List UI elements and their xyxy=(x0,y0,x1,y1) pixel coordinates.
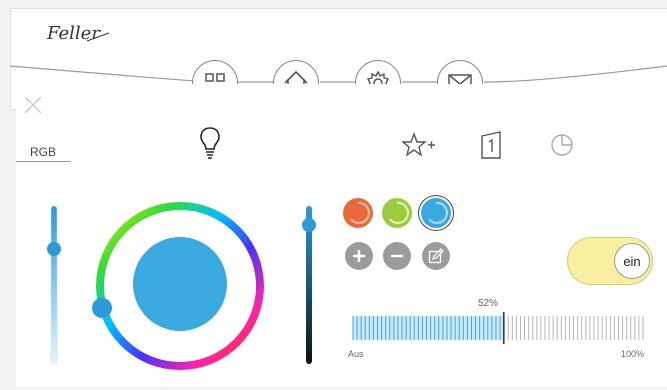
add-preset-button[interactable] xyxy=(345,242,373,270)
brightness-slider-right[interactable] xyxy=(301,202,317,368)
door-1-icon[interactable] xyxy=(480,130,502,160)
selected-color-preview xyxy=(133,237,227,331)
plus-icon xyxy=(353,250,365,262)
color-wheel[interactable] xyxy=(92,198,268,374)
color-wheel-handle[interactable] xyxy=(92,298,112,318)
edit-icon xyxy=(428,248,444,264)
preset-ring-icon xyxy=(428,201,449,224)
toggle-label: ein xyxy=(623,253,641,269)
toggle-knob: ein xyxy=(614,243,650,279)
rgb-control-panel: RGB ein 52% Aus 100% xyxy=(16,84,667,387)
minus-icon xyxy=(391,254,403,258)
preset-ring-icon xyxy=(350,201,371,224)
slider-left-knob[interactable] xyxy=(47,242,61,256)
dimmer-fill xyxy=(353,316,504,340)
preset-color-blue-selected[interactable] xyxy=(421,198,451,228)
preset-color-green[interactable] xyxy=(382,198,412,228)
dimmer-max-label: 100% xyxy=(621,349,645,359)
dimmer-bar[interactable] xyxy=(352,312,644,344)
edit-preset-button[interactable] xyxy=(422,242,450,270)
preset-color-orange[interactable] xyxy=(343,198,373,228)
tab-rgb[interactable]: RGB xyxy=(16,142,70,162)
clock-pie-icon[interactable] xyxy=(549,132,575,158)
slider-right-knob[interactable] xyxy=(302,218,316,232)
power-toggle[interactable]: ein xyxy=(567,237,653,285)
dimmer-min-label: Aus xyxy=(348,349,364,359)
remove-preset-button[interactable] xyxy=(383,242,411,270)
dimmer-value-label: 52% xyxy=(478,298,499,309)
close-icon[interactable] xyxy=(22,94,44,116)
star-plus-icon[interactable] xyxy=(402,132,436,158)
preset-ring-icon xyxy=(389,201,410,224)
lightbulb-icon xyxy=(200,127,220,159)
brightness-slider-left[interactable] xyxy=(46,202,62,368)
